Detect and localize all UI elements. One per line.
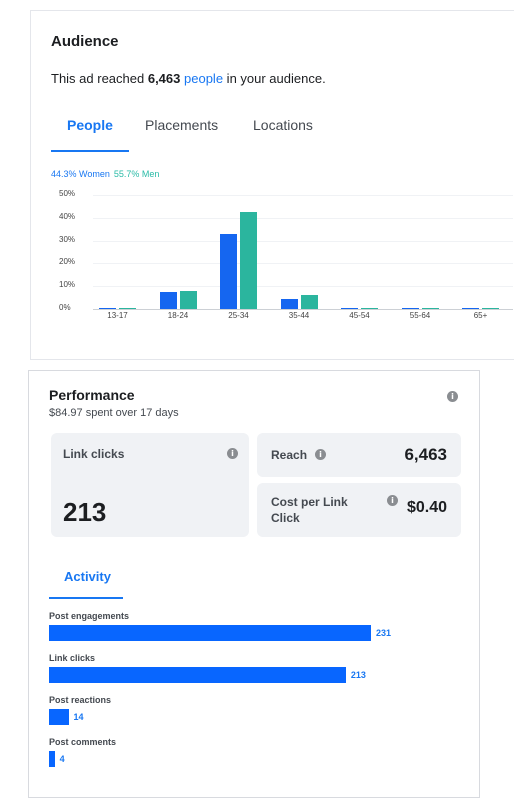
gridline: [93, 217, 513, 219]
bar-men-45-54[interactable]: [361, 307, 378, 309]
activity-value: 4: [59, 754, 65, 764]
bar-women-55-64[interactable]: [401, 308, 419, 309]
cpc-info-icon[interactable]: i: [387, 495, 398, 506]
legend-women: 44.3% Women: [51, 169, 110, 179]
reach-prefix: This ad reached: [51, 71, 148, 86]
x-tick-label: 65+: [473, 311, 488, 320]
reach-count: 6,463: [147, 71, 181, 86]
gridline: [93, 240, 513, 242]
activity-value: 14: [73, 712, 84, 722]
activity-label: Post engagements: [49, 611, 130, 621]
tab-placements[interactable]: Placements: [145, 117, 218, 133]
link-clicks-box: Link clicks i 213: [51, 433, 249, 537]
bar-women-45-54[interactable]: [341, 307, 358, 309]
bar-men-55-64[interactable]: [421, 308, 439, 309]
chart-legend: 44.3% Women 55.7% Men: [51, 169, 159, 179]
y-tick-label: 50%: [59, 189, 76, 198]
cpc-box: Cost per Link Click i $0.40: [257, 483, 461, 537]
cpc-label-line1: Cost per Link: [271, 495, 348, 509]
bar-men-25-34[interactable]: [240, 212, 257, 309]
activity-bar[interactable]: [49, 667, 346, 683]
x-tick-label: 13-17: [107, 311, 128, 320]
bar-women-65+[interactable]: [462, 308, 479, 309]
activity-tab-indicator: [49, 597, 123, 599]
link-clicks-info-icon[interactable]: i: [227, 448, 238, 459]
tab-activity[interactable]: Activity: [64, 569, 111, 584]
people-link[interactable]: people: [184, 71, 223, 86]
y-tick-label: 20%: [59, 257, 76, 267]
x-axis-line: [93, 309, 513, 310]
y-tick-label: 0%: [59, 303, 71, 312]
reach-label: Reach: [271, 448, 308, 462]
activity-label: Link clicks: [49, 653, 96, 663]
activity-label: Post comments: [49, 737, 117, 747]
x-tick-label: 25-34: [228, 311, 249, 320]
y-tick-label: 10%: [59, 280, 76, 290]
x-tick-label: 18-24: [167, 311, 189, 320]
performance-card: Performance i $84.97 spent over 17 days …: [28, 370, 480, 798]
activity-value: 231: [376, 628, 392, 638]
cpc-value: $0.40: [406, 499, 447, 516]
reach-value: 6,463: [404, 445, 447, 464]
activity-bar[interactable]: [49, 625, 371, 641]
activity-bar[interactable]: [49, 709, 69, 725]
gridline: [93, 263, 513, 265]
tab-locations[interactable]: Locations: [253, 117, 313, 133]
y-tick-label: 40%: [59, 211, 76, 221]
bar-women-35-44[interactable]: [280, 298, 298, 309]
reach-box: Reach i 6,463: [257, 433, 461, 477]
bar-men-18-24[interactable]: [179, 290, 197, 309]
bar-women-13-17[interactable]: [99, 308, 116, 309]
legend-men: 55.7% Men: [113, 169, 160, 179]
audience-card: Audience This ad reached 6,463 people in…: [30, 10, 514, 360]
bar-men-13-17[interactable]: [119, 308, 136, 309]
y-tick-label: 30%: [59, 234, 76, 244]
tab-people[interactable]: People: [67, 117, 113, 133]
performance-title: Performance: [49, 387, 135, 403]
activity-value: 213: [350, 670, 366, 680]
bar-men-35-44[interactable]: [300, 295, 318, 309]
gridline: [93, 195, 513, 196]
reach-info-icon[interactable]: i: [315, 449, 326, 460]
link-clicks-value: 213: [63, 497, 107, 527]
x-tick-label: 45-54: [349, 311, 370, 320]
bar-women-25-34[interactable]: [220, 233, 237, 309]
cpc-label-line2: Click: [271, 511, 300, 525]
activity-bar[interactable]: [49, 751, 55, 767]
activity-label: Post reactions: [49, 695, 112, 705]
reach-suffix: in your audience.: [223, 71, 326, 86]
active-tab-indicator: [51, 150, 129, 152]
x-tick-label: 55-64: [409, 311, 431, 320]
audience-reach-text: This ad reached 6,463 people in your aud…: [51, 71, 326, 86]
link-clicks-label: Link clicks: [63, 447, 125, 461]
audience-title: Audience: [51, 33, 119, 50]
bar-men-65+[interactable]: [482, 308, 499, 309]
x-tick-label: 35-44: [288, 311, 310, 320]
bar-women-18-24[interactable]: [159, 291, 177, 309]
performance-info-icon[interactable]: i: [447, 391, 458, 402]
spent-summary: $84.97 spent over 17 days: [49, 407, 179, 419]
gridline: [93, 286, 513, 288]
cpc-label: Cost per Link Click: [271, 494, 348, 526]
